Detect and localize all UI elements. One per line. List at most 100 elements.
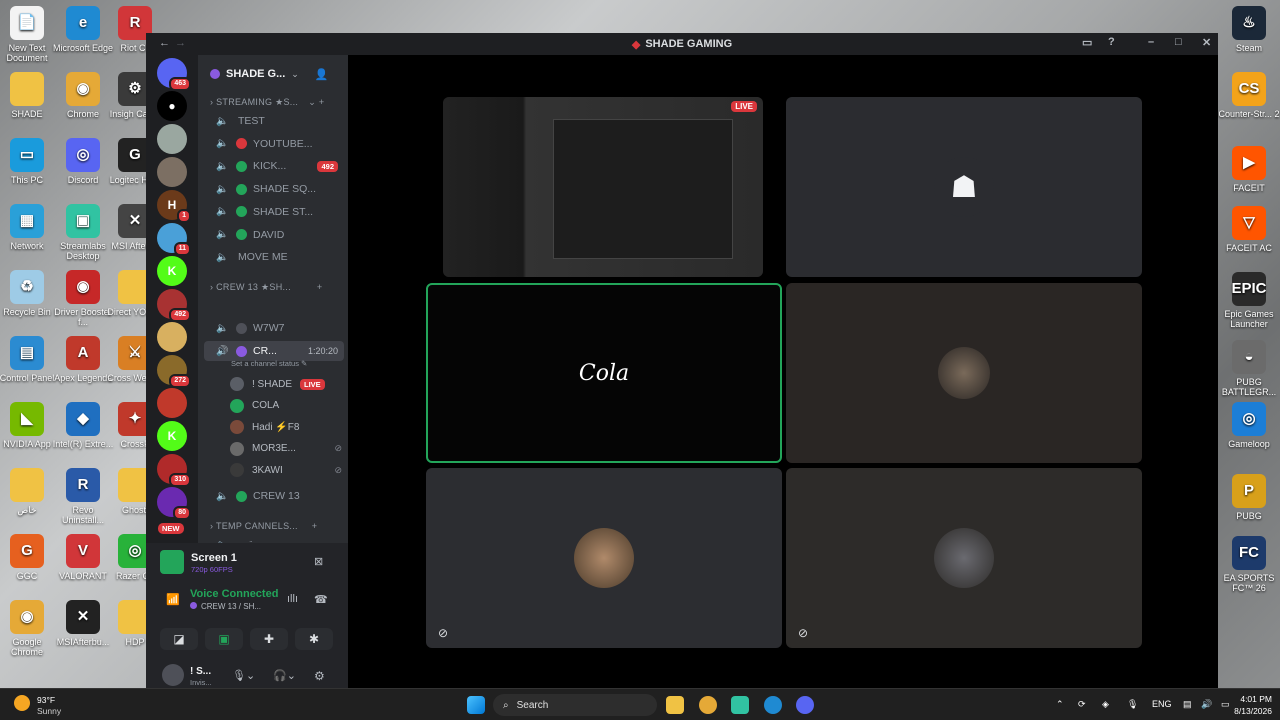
noise-suppression-icon[interactable]: ıllı — [287, 593, 298, 605]
participant-tile-cola[interactable]: Cola — [426, 283, 782, 463]
streamlabs-icon[interactable] — [731, 696, 749, 714]
activities-button[interactable]: ✚ — [250, 628, 288, 650]
file-explorer-icon[interactable] — [666, 696, 684, 714]
disconnect-icon[interactable]: ☎ — [314, 593, 328, 606]
desktop-icon[interactable]: ▤ Control Panel — [0, 336, 58, 383]
participant-tile-mor3e[interactable] — [786, 283, 1142, 463]
camera-toggle-button[interactable]: ◪ — [160, 628, 198, 650]
channel-active-crew[interactable]: 🔊 CR... 1:20:20 — [204, 341, 344, 361]
desktop-icon[interactable]: FC EA SPORTS FC™ 26 — [1218, 536, 1280, 593]
desktop-icon[interactable]: 📄 New Text Document — [0, 6, 58, 63]
avatar[interactable] — [162, 664, 184, 686]
desktop-icon[interactable]: ▦ Network — [0, 204, 58, 251]
desktop-icon[interactable]: ♨ Steam — [1218, 6, 1280, 53]
share-screen-button[interactable]: ▣ — [205, 628, 243, 650]
voice-channel-item[interactable]: 🔈 DAVID — [198, 225, 348, 245]
headphones-icon[interactable]: 🎧⌄ — [273, 669, 296, 682]
voice-member[interactable]: ! SHADE LIVE — [230, 374, 348, 394]
desktop-icon[interactable]: CS Counter-Str... 2 — [1218, 72, 1280, 119]
chrome-icon[interactable] — [699, 696, 717, 714]
microphone-icon[interactable]: 🎙⌄ — [232, 669, 255, 682]
desktop-icon[interactable]: EPIC Epic Games Launcher — [1218, 272, 1280, 329]
weather-sun-icon[interactable] — [14, 695, 30, 711]
sync-icon[interactable]: ⟳ — [1078, 699, 1086, 710]
help-icon[interactable]: ? — [1108, 36, 1115, 48]
voice-channel-item[interactable]: 🔈 KICK... 492 — [198, 156, 348, 176]
minimize-button[interactable]: – — [1148, 36, 1154, 48]
network-icon[interactable]: ▤ — [1183, 699, 1192, 710]
server-icon[interactable]: H1 — [157, 190, 191, 223]
settings-icon[interactable]: ⚙ — [314, 669, 325, 683]
weather-temp[interactable]: 93°F — [37, 695, 55, 705]
voice-channel-item[interactable]: 🔈 SHADE SQ... — [198, 179, 348, 199]
stop-stream-icon[interactable]: ⊠ — [314, 555, 323, 568]
mic-tray-icon[interactable]: 🎙 — [1127, 699, 1138, 710]
volume-icon[interactable]: 🔊 — [1201, 699, 1212, 710]
desktop-icon[interactable]: ◒ PUBG BATTLEGR... — [1218, 340, 1280, 397]
server-icon[interactable] — [157, 388, 187, 418]
voice-channel-item[interactable]: 🔈 YOUTUBE... — [198, 134, 348, 154]
participant-tile-shade[interactable]: ☗ — [786, 97, 1142, 277]
stream-tile[interactable]: LIVE — [443, 97, 763, 277]
desktop-icon[interactable]: ◎ Gameloop — [1218, 402, 1280, 449]
search-box[interactable]: ⌕ Search — [493, 694, 657, 716]
forward-arrow-icon[interactable]: → — [175, 37, 186, 49]
desktop-icon[interactable]: ♻ Recycle Bin — [0, 270, 58, 317]
inbox-icon[interactable]: ▭ — [1082, 36, 1092, 49]
voice-member[interactable]: COLA — [230, 396, 348, 416]
participant-tile-hadi[interactable]: ⊘ — [426, 468, 782, 648]
server-icon[interactable]: 492 — [157, 289, 191, 322]
desktop-icon[interactable]: P PUBG — [1218, 474, 1280, 521]
desktop-icon[interactable]: ◣ NVIDIA App — [0, 402, 58, 449]
server-header[interactable]: SHADE G... ⌄ 👤 — [210, 64, 348, 84]
server-icon[interactable]: K — [157, 256, 187, 286]
server-icon[interactable]: 463 — [157, 58, 191, 91]
desktop-icon[interactable]: G GGC — [0, 534, 58, 581]
start-button[interactable] — [467, 696, 485, 714]
server-icon[interactable]: K — [157, 421, 187, 451]
clock-time[interactable]: 4:01 PM — [1228, 694, 1272, 704]
channel-status-hint[interactable]: Set a channel status ✎ — [231, 359, 307, 368]
desktop-icon[interactable]: ▽ FACEIT AC — [1218, 206, 1280, 253]
server-icon[interactable] — [157, 322, 187, 352]
channel-w7w7[interactable]: 🔈 W7W7 — [198, 318, 348, 338]
desktop-icon[interactable]: ▶ FACEIT — [1218, 146, 1280, 193]
server-icon[interactable]: 272 — [157, 355, 191, 388]
server-icon[interactable]: 11 — [157, 223, 191, 256]
cola-logo: Cola — [578, 360, 630, 386]
server-icon[interactable] — [157, 124, 187, 154]
desktop-icon[interactable]: ◉ Google Chrome — [0, 600, 58, 657]
voice-member[interactable]: 3KAWI ⊘ — [230, 460, 348, 480]
server-icon[interactable]: 310 — [157, 454, 191, 487]
voice-channel-item[interactable]: 🔈 TEST — [198, 111, 348, 131]
app-tray-icon[interactable]: ◈ — [1102, 699, 1109, 710]
chevron-down-icon: ⌄ — [291, 68, 299, 79]
back-arrow-icon[interactable]: ← — [159, 37, 170, 49]
participant-tile-3kawi[interactable]: ⊘ — [786, 468, 1142, 648]
server-icon[interactable]: 80 — [157, 487, 191, 520]
voice-channel-item[interactable]: 🔈 SHADE ST... — [198, 202, 348, 222]
invite-icon[interactable]: 👤 — [315, 68, 329, 81]
voice-member[interactable]: Hadi ⚡F8 — [230, 417, 348, 437]
server-icon[interactable] — [157, 157, 187, 187]
category-streaming[interactable]: › STREAMING ★S... ⌄ + — [210, 97, 324, 108]
channel-crew13[interactable]: 🔈 CREW 13 — [198, 486, 348, 506]
show-hidden-icons[interactable]: ⌃ — [1056, 699, 1064, 710]
status-dot — [236, 183, 247, 195]
voice-channel-item[interactable]: 🔈 MOVE ME — [198, 247, 348, 267]
close-button[interactable]: ✕ — [1202, 36, 1211, 49]
discord-taskbar-icon[interactable] — [796, 696, 814, 714]
desktop-icon-label: Counter-Str... 2 — [1218, 109, 1280, 119]
edge-icon[interactable] — [764, 696, 782, 714]
category-temp[interactable]: › TEMP CANNELS... + — [210, 521, 317, 531]
language-indicator[interactable]: ENG — [1152, 699, 1172, 709]
soundboard-button[interactable]: ✱ — [295, 628, 333, 650]
desktop-icon[interactable]: SHADE — [0, 72, 58, 119]
server-icon[interactable]: ● — [157, 91, 187, 121]
voice-member[interactable]: MOR3E... ⊘ — [230, 439, 348, 459]
desktop-icon[interactable]: ▭ This PC — [0, 138, 58, 185]
category-crew[interactable]: › CREW 13 ★SH... + — [210, 282, 322, 293]
maximize-button[interactable]: □ — [1175, 36, 1182, 48]
desktop-icon[interactable]: خاص — [0, 468, 58, 515]
signal-icon[interactable]: 📶 — [166, 593, 180, 606]
